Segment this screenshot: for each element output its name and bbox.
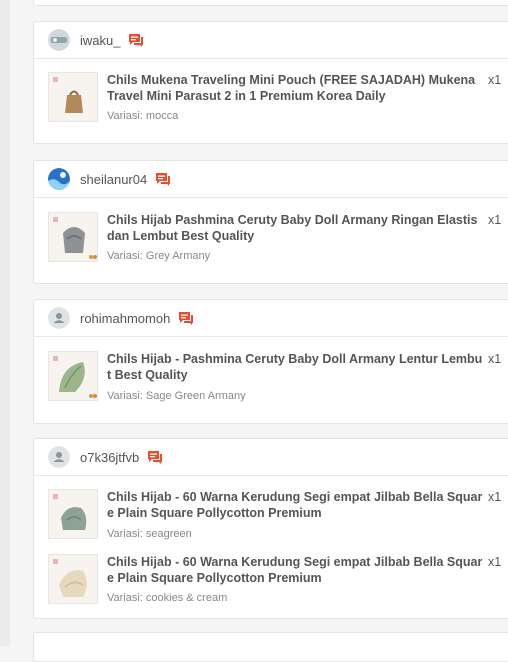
order-item[interactable]: Chils Hijab Pashmina Ceruty Baby Doll Ar… [34, 198, 508, 263]
chat-icon[interactable] [155, 172, 171, 187]
product-variant: Variasi: mocca [107, 110, 179, 122]
buyer-username[interactable]: iwaku_ [80, 33, 120, 48]
order-item[interactable]: Chils Hijab - 60 Warna Kerudung Segi emp… [34, 541, 508, 606]
buyer-username[interactable]: o7k36jtfvb [80, 450, 139, 465]
person-icon[interactable] [48, 307, 70, 329]
order-card-header: iwaku_ [34, 22, 508, 59]
order-card: iwaku_ Chils Mukena Traveling Mini Pouch… [33, 21, 508, 144]
product-quantity: x1 [488, 555, 502, 569]
buyer-avatar[interactable] [48, 168, 70, 190]
order-card-header: sheilanur04 [34, 161, 508, 198]
product-quantity: x1 [488, 73, 502, 87]
product-title[interactable]: Chils Mukena Traveling Mini Pouch (FREE … [107, 73, 483, 104]
product-title[interactable]: Chils Hijab Pashmina Ceruty Baby Doll Ar… [107, 213, 483, 244]
chat-icon[interactable] [147, 450, 163, 465]
order-card-header: rohimahmomoh [34, 300, 508, 337]
product-variant: Variasi: Grey Armany [107, 250, 211, 262]
product-thumbnail[interactable] [48, 212, 98, 262]
order-item[interactable]: Chils Hijab - Pashmina Ceruty Baby Doll … [34, 337, 508, 402]
product-variant: Variasi: Sage Green Armany [107, 390, 246, 402]
order-card: o7k36jtfvb Chils Hijab - 60 Warna Kerudu… [33, 438, 508, 619]
order-card: sheilanur04 Chils Hijab Pashmina Ceruty … [33, 160, 508, 284]
order-item[interactable]: Chils Hijab - 60 Warna Kerudung Segi emp… [34, 476, 508, 541]
buyer-avatar[interactable] [48, 29, 70, 51]
product-thumbnail[interactable] [48, 72, 98, 122]
product-quantity: x1 [488, 490, 502, 504]
order-card-header: o7k36jtfvb [34, 439, 508, 476]
product-quantity: x1 [488, 352, 502, 366]
buyer-username[interactable]: rohimahmomoh [80, 311, 170, 326]
product-title[interactable]: Chils Hijab - 60 Warna Kerudung Segi emp… [107, 555, 483, 586]
chat-icon[interactable] [178, 311, 194, 326]
order-card-partial-top [33, 0, 508, 6]
product-variant: Variasi: cookies & cream [107, 592, 228, 604]
left-scroll-gutter [0, 0, 10, 646]
order-item[interactable]: Chils Mukena Traveling Mini Pouch (FREE … [34, 59, 508, 124]
product-variant: Variasi: seagreen [107, 528, 192, 540]
person-icon[interactable] [48, 446, 70, 468]
product-title[interactable]: Chils Hijab - Pashmina Ceruty Baby Doll … [107, 352, 483, 383]
product-thumbnail[interactable] [48, 489, 98, 539]
product-thumbnail[interactable] [48, 554, 98, 604]
order-card: rohimahmomoh Chils Hijab - Pashmina Ceru… [33, 299, 508, 424]
product-quantity: x1 [488, 213, 502, 227]
product-thumbnail[interactable] [48, 351, 98, 401]
chat-icon[interactable] [128, 33, 144, 48]
buyer-username[interactable]: sheilanur04 [80, 172, 147, 187]
order-card-partial-bottom [33, 632, 508, 662]
product-title[interactable]: Chils Hijab - 60 Warna Kerudung Segi emp… [107, 490, 483, 521]
